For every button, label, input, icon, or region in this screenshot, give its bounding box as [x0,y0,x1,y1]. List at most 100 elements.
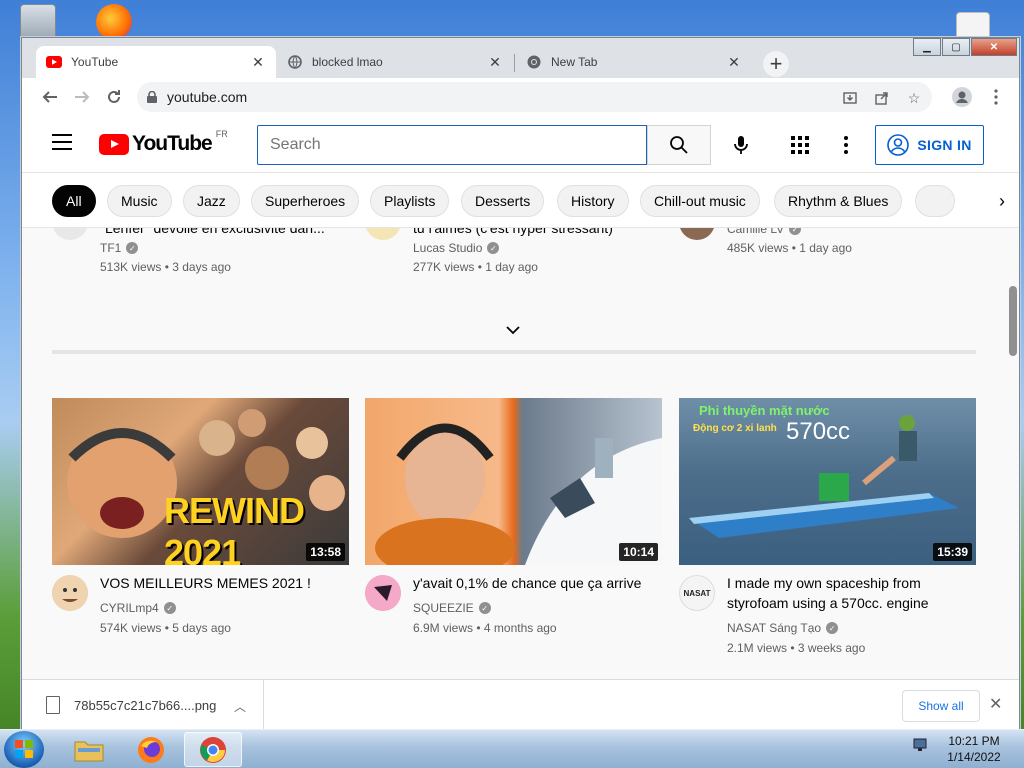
video-thumbnail[interactable]: REWIND 2021 13:58 [52,398,349,565]
close-tab-icon[interactable]: ✕ [726,54,742,71]
channel-avatar[interactable] [365,575,401,611]
start-button[interactable] [4,731,44,768]
chrome-icon [200,736,226,763]
video-thumbnail[interactable]: Phi thuyền mặt nước Động cơ 2 xi lanh 57… [679,398,976,565]
lock-icon[interactable] [137,91,167,103]
download-options-chevron-icon[interactable]: ︿ [234,698,246,715]
forward-arrow-icon[interactable] [66,81,98,113]
tab-new-tab[interactable]: New Tab ✕ [516,46,752,78]
chip-all[interactable]: All [52,185,96,217]
show-all-button[interactable]: Show all [902,690,980,722]
bookmark-star-icon[interactable]: ☆ [900,86,928,110]
channel-avatar[interactable] [365,228,401,240]
omnibox-actions: ☆ [836,86,928,110]
video-feed: "Lenfer" dévoilé en exclusivité dan... T… [22,228,1019,679]
chrome-menu-icon[interactable] [981,81,1011,113]
file-icon [46,696,60,714]
search-button[interactable] [647,125,711,165]
chip-chill-out-music[interactable]: Chill-out music [640,185,760,217]
sign-in-button[interactable]: SIGN IN [875,125,984,165]
recycle-bin-icon[interactable] [20,4,56,40]
show-more-chevron-icon[interactable] [505,322,521,340]
channel-name[interactable]: Lucas Studio ✓ [413,241,500,255]
thumbnail-subtext: Động cơ 2 xi lanh [693,423,777,434]
verified-check-icon: ✓ [126,242,139,254]
chip-rhythm-and-blues[interactable]: Rhythm & Blues [774,185,903,217]
reload-icon[interactable] [98,81,130,113]
taskbar-chrome[interactable] [184,732,242,767]
chips-next-chevron-icon[interactable]: › [959,173,1019,227]
section-divider [52,350,976,354]
close-download-shelf-icon[interactable]: ✕ [989,694,1002,714]
youtube-favicon-icon [46,54,62,70]
close-tab-icon[interactable]: ✕ [250,54,266,71]
taskbar-firefox[interactable] [122,732,180,767]
system-clock[interactable]: 10:21 PM 1/14/2022 [938,733,1010,765]
chip-history[interactable]: History [557,185,629,217]
channel-name[interactable]: NASAT Sáng Tạo ✓ [727,621,839,635]
search-box[interactable] [257,125,647,165]
video-title[interactable]: y'avait 0,1% de chance que ça arrive [413,573,663,593]
channel-avatar[interactable] [52,575,88,611]
tab-youtube[interactable]: YouTube ✕ [36,46,276,78]
voice-search-button[interactable] [727,131,755,159]
close-tab-icon[interactable]: ✕ [487,54,503,71]
verified-check-icon: ✓ [163,602,176,614]
chip-jazz[interactable]: Jazz [183,185,240,217]
video-meta: 513K views • 3 days ago [100,260,231,274]
video-duration: 15:39 [933,543,972,561]
firefox-desktop-icon[interactable] [96,4,132,40]
page-scrollbar[interactable] [1009,286,1017,356]
share-icon[interactable] [868,86,896,110]
youtube-logo[interactable]: YouTube FR [99,129,228,156]
chrome-icon [526,54,542,70]
logo-text: YouTube [132,132,213,155]
video-title[interactable]: I made my own spaceship from styrofoam u… [727,573,967,613]
new-tab-button[interactable]: + [763,51,789,77]
search-input[interactable] [270,136,646,154]
channel-avatar[interactable] [52,228,88,240]
tab-title: New Tab [551,55,598,69]
video-title[interactable]: "Lenfer" dévoilé en exclusivité dan... [100,228,340,238]
category-chips-bar: All Music Jazz Superheroes Playlists Des… [22,172,1019,228]
channel-avatar[interactable]: NASAT [679,575,715,611]
more-options-button[interactable] [834,131,858,159]
download-shelf: 78b55c7c21c7b66....png ︿ Show all ✕ [22,679,1019,730]
apps-button[interactable] [786,131,814,159]
verified-check-icon: ✓ [789,228,802,235]
video-title[interactable]: VOS MEILLEURS MEMES 2021 ! [100,573,330,593]
chip-playlists[interactable]: Playlists [370,185,450,217]
maximize-button[interactable]: ▢ [942,38,970,56]
verified-check-icon: ✓ [478,602,491,614]
channel-name-text: CYRILmp4 [100,601,159,615]
channel-avatar[interactable] [679,228,715,240]
install-app-icon[interactable] [836,86,864,110]
chip-music[interactable]: Music [107,185,172,217]
back-arrow-icon[interactable] [34,81,66,113]
verified-check-icon: ✓ [826,622,839,634]
channel-name[interactable]: Camille LV ✓ [727,228,802,236]
hamburger-menu-icon[interactable] [52,134,72,155]
video-thumbnail[interactable]: 10:14 [365,398,662,565]
chip-superheroes[interactable]: Superheroes [251,185,360,217]
minimize-button[interactable]: ▁ [913,38,941,56]
tray-network-icon[interactable] [912,736,932,756]
video-duration: 10:14 [619,543,658,561]
tab-blocked[interactable]: blocked lmao ✕ [277,46,513,78]
taskbar-explorer[interactable] [60,732,118,767]
chip-desserts[interactable]: Desserts [461,185,545,217]
video-title[interactable]: tu l'aimes (c'est hyper stressant) [413,228,613,238]
download-item[interactable]: 78b55c7c21c7b66....png [22,680,264,730]
avatar-text: NASAT [683,588,711,598]
channel-name[interactable]: SQUEEZIE ✓ [413,601,491,615]
close-window-button[interactable]: ✕ [971,38,1017,56]
profile-icon[interactable] [947,81,977,113]
address-bar[interactable]: youtube.com ☆ [137,82,932,112]
chip-partial[interactable] [915,185,955,217]
tab-title: YouTube [71,55,119,69]
channel-name[interactable]: CYRILmp4 ✓ [100,601,176,615]
channel-name[interactable]: TF1 ✓ [100,241,139,255]
url-text[interactable]: youtube.com [167,89,247,105]
sign-in-label: SIGN IN [917,137,972,153]
verified-check-icon: ✓ [487,242,500,254]
